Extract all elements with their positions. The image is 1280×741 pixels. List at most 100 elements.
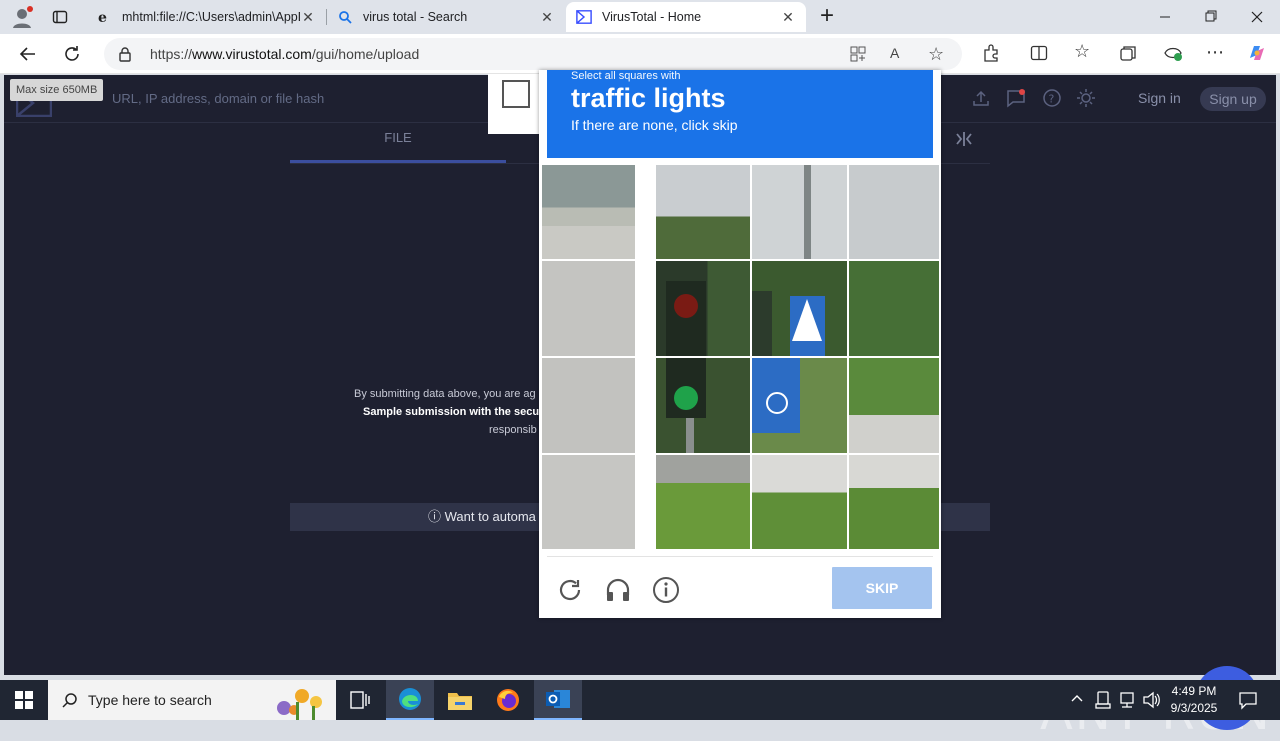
captcha-challenge: Select all squares with traffic lights I… — [539, 70, 941, 618]
show-hidden-icons[interactable] — [1070, 692, 1084, 711]
minimize-button[interactable] — [1150, 0, 1180, 34]
more-options-icon[interactable]: ⋯ — [1206, 42, 1224, 63]
captcha-tile[interactable] — [541, 357, 636, 454]
captcha-tile[interactable] — [848, 260, 940, 357]
ie-icon: e — [96, 9, 112, 25]
tab-title: mhtml:file://C:\Users\admin\AppD — [122, 10, 300, 24]
captcha-header: Select all squares with traffic lights I… — [547, 70, 933, 158]
info-icon[interactable] — [650, 574, 682, 606]
svg-text:?: ? — [1049, 93, 1055, 106]
url-text: https://www.virustotal.com/gui/home/uplo… — [150, 46, 419, 62]
tab-virus-total-search[interactable]: virus total - Search ✕ — [327, 2, 565, 32]
back-button[interactable] — [14, 40, 42, 68]
skip-button[interactable]: SKIP — [832, 567, 932, 609]
favorite-star-icon[interactable]: ☆ — [928, 44, 944, 65]
notifications-icon[interactable] — [1238, 690, 1258, 715]
taskbar-search-text: Type here to search — [88, 692, 212, 708]
terms-text-line2: Sample submission with the secu — [363, 406, 540, 418]
url-path: /gui/home/upload — [311, 46, 420, 62]
captcha-tile[interactable] — [848, 357, 940, 454]
favorites-icon[interactable]: ☆ — [1074, 41, 1090, 62]
tab-mhtml[interactable]: e mhtml:file://C:\Users\admin\AppD ✕ — [86, 2, 326, 32]
flowers-decoration-icon — [266, 682, 334, 725]
file-explorer-icon[interactable] — [436, 680, 484, 720]
refresh-button[interactable] — [58, 40, 86, 68]
search-icon — [62, 692, 78, 713]
svg-text:e: e — [98, 10, 107, 25]
captcha-tile[interactable] — [655, 260, 751, 357]
outlook-icon[interactable] — [534, 680, 582, 720]
taskbar-search-box[interactable]: Type here to search — [48, 680, 336, 720]
upload-icon[interactable] — [972, 89, 990, 112]
clock-date: 9/3/2025 — [1170, 701, 1218, 715]
recaptcha-checkbox[interactable] — [502, 80, 530, 108]
terms-text-line1: By submitting data above, you are ag — [354, 388, 536, 400]
captcha-tile[interactable] — [541, 260, 636, 357]
close-tab-icon[interactable]: ✕ — [780, 9, 796, 26]
taskbar-clock[interactable]: 4:49 PM 9/3/2025 — [1164, 683, 1224, 717]
captcha-tile[interactable] — [848, 164, 940, 260]
advanced-search-icon[interactable] — [954, 131, 974, 152]
clock-time: 4:49 PM — [1171, 684, 1217, 698]
edge-taskbar-icon[interactable] — [386, 680, 434, 720]
virustotal-icon — [576, 9, 592, 25]
captcha-tile[interactable] — [751, 164, 848, 260]
captcha-tile[interactable] — [655, 164, 751, 260]
chat-bubble-icon[interactable] — [1006, 88, 1026, 113]
browser-toolbar: https://www.virustotal.com/gui/home/uplo… — [0, 34, 1280, 74]
captcha-tile[interactable] — [655, 357, 751, 454]
close-tab-icon[interactable]: ✕ — [539, 9, 555, 26]
search-icon — [337, 9, 353, 25]
lock-icon[interactable] — [118, 46, 132, 67]
captcha-image-grid — [541, 164, 940, 550]
url-prefix: https:// — [150, 46, 193, 62]
tab-title: virus total - Search — [363, 10, 468, 24]
start-button[interactable] — [0, 680, 48, 720]
audio-challenge-icon[interactable] — [602, 574, 634, 606]
captcha-instruction: Select all squares with — [571, 70, 681, 82]
browser-essentials-icon[interactable] — [1163, 44, 1183, 67]
restore-button[interactable] — [1196, 0, 1226, 34]
browser-tab-strip: e mhtml:file://C:\Users\admin\AppD ✕ vir… — [0, 0, 1280, 34]
url-host: www.virustotal.com — [192, 46, 312, 62]
reload-icon[interactable] — [554, 574, 586, 606]
extensions-icon[interactable] — [982, 44, 1000, 67]
device-icon[interactable] — [1095, 691, 1111, 714]
task-view-button[interactable] — [336, 680, 384, 720]
help-icon[interactable]: ? — [1042, 88, 1062, 113]
tab-file[interactable]: FILE — [290, 123, 506, 163]
sign-up-button[interactable]: Sign up — [1200, 87, 1266, 111]
terms-text-line3: responsib — [489, 424, 537, 436]
close-tab-icon[interactable]: ✕ — [300, 9, 316, 26]
network-icon[interactable] — [1118, 691, 1136, 714]
captcha-tile[interactable] — [848, 454, 940, 550]
captcha-tile[interactable] — [751, 260, 848, 357]
captcha-subtitle: If there are none, click skip — [571, 117, 738, 133]
firefox-icon[interactable] — [484, 680, 532, 720]
captcha-tile[interactable] — [541, 454, 636, 550]
close-window-button[interactable] — [1242, 0, 1272, 34]
address-bar[interactable]: https://www.virustotal.com/gui/home/uplo… — [104, 38, 962, 70]
collections-icon[interactable] — [1119, 44, 1137, 67]
sign-in-link[interactable]: Sign in — [1138, 90, 1181, 106]
tab-virustotal-home[interactable]: VirusTotal - Home ✕ — [566, 2, 806, 32]
theme-sun-icon[interactable] — [1076, 88, 1096, 113]
captcha-target: traffic lights — [571, 83, 726, 113]
tab-title: VirusTotal - Home — [602, 10, 702, 24]
app-available-icon[interactable] — [850, 46, 866, 67]
volume-icon[interactable] — [1142, 691, 1160, 714]
captcha-tile[interactable] — [751, 454, 848, 550]
windows-logo-icon — [15, 691, 33, 709]
split-screen-icon[interactable] — [1030, 44, 1048, 67]
captcha-tile[interactable] — [751, 357, 848, 454]
captcha-footer-divider — [547, 556, 933, 557]
captcha-tile[interactable] — [541, 164, 636, 260]
windows-taskbar: Type here to search 4:49 PM 9/3/2025 — [0, 680, 1280, 720]
tab-actions-icon[interactable] — [52, 9, 68, 25]
copilot-icon[interactable] — [1246, 42, 1268, 69]
search-input[interactable]: URL, IP address, domain or file hash — [112, 91, 324, 106]
read-aloud-icon[interactable]: A — [890, 45, 899, 61]
new-tab-button[interactable]: + — [814, 4, 840, 30]
profile-icon[interactable] — [10, 6, 34, 30]
captcha-tile[interactable] — [655, 454, 751, 550]
